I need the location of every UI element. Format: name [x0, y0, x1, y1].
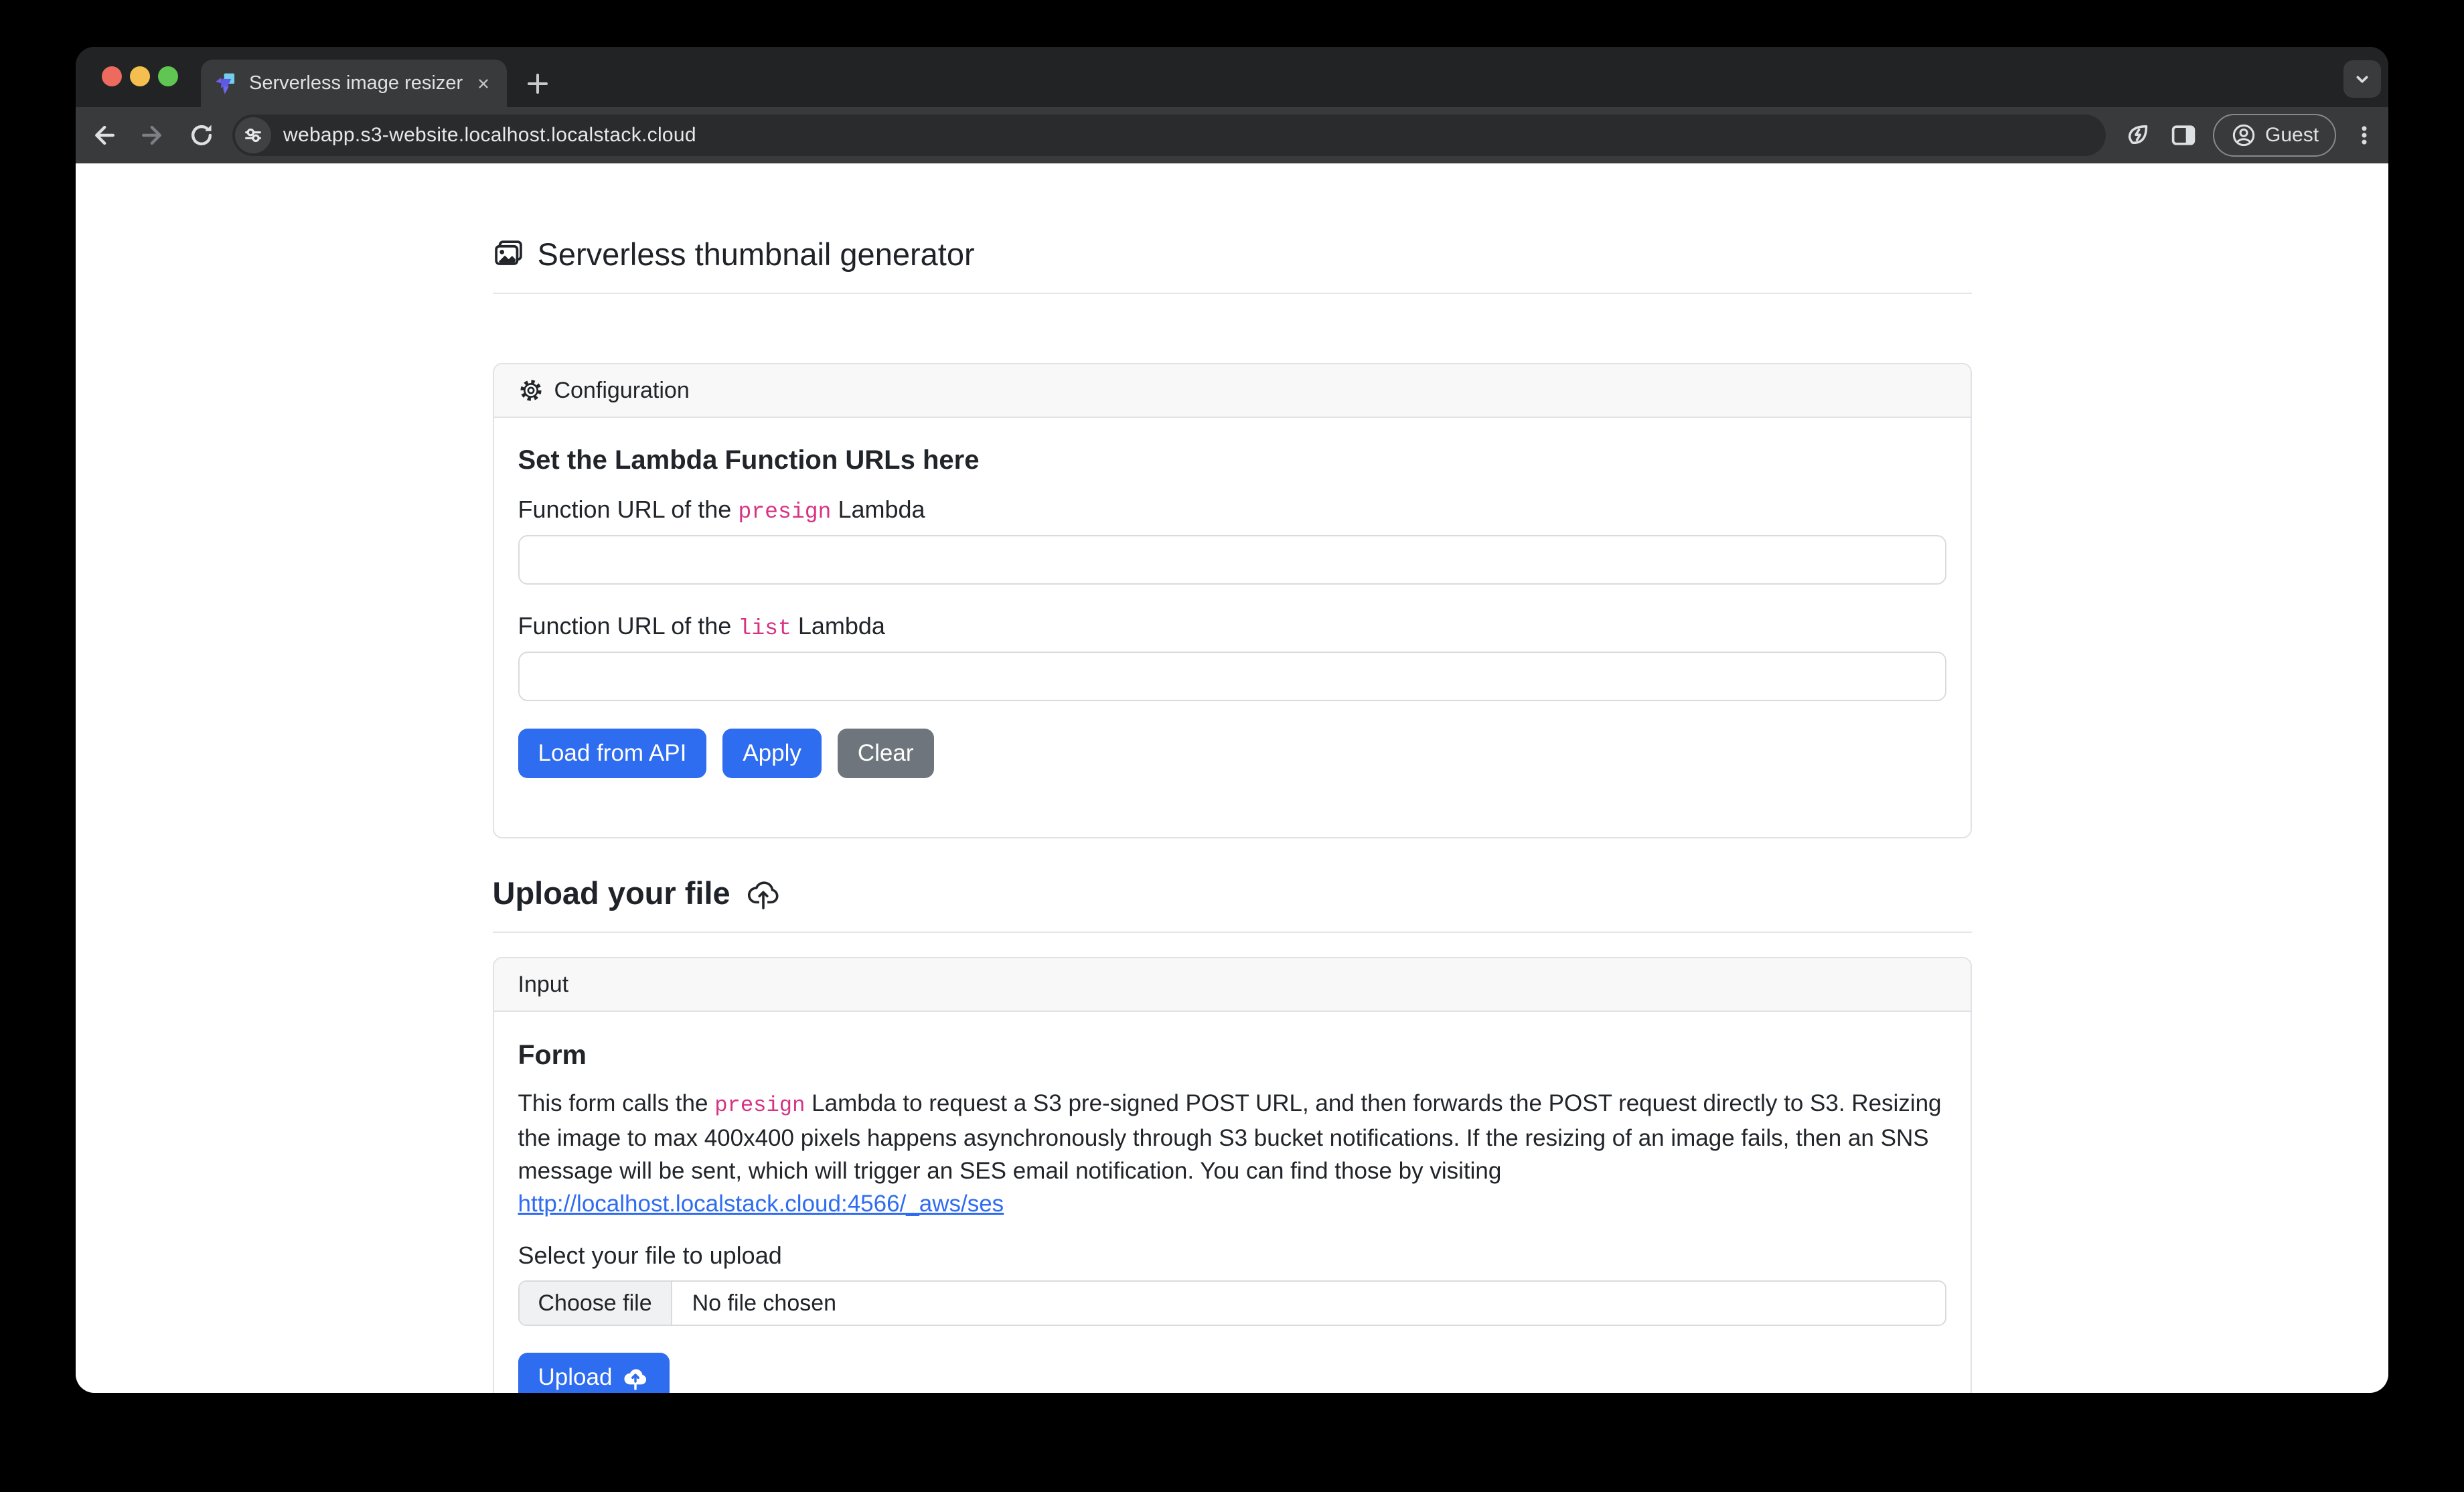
upload-button[interactable]: Upload: [518, 1353, 670, 1393]
side-panel-icon[interactable]: [2167, 119, 2200, 151]
back-button[interactable]: [88, 119, 120, 151]
images-icon: [493, 238, 524, 270]
window-close-button[interactable]: [102, 66, 122, 86]
configuration-card-title: Configuration: [554, 378, 690, 404]
form-heading: Form: [518, 1039, 1946, 1071]
tab-search-chevron-button[interactable]: [2343, 60, 2381, 98]
list-url-label: Function URL of the list Lambda: [518, 612, 1946, 641]
upload-section-heading-row: Upload your file: [493, 875, 1972, 911]
lambda-urls-heading: Set the Lambda Function URLs here: [518, 445, 1946, 475]
window-controls: [102, 66, 178, 86]
presign-url-label: Function URL of the presign Lambda: [518, 496, 1946, 524]
browser-window: Serverless image resizer: [76, 47, 2388, 1393]
reload-button[interactable]: [185, 119, 218, 151]
browser-tab[interactable]: Serverless image resizer: [201, 60, 507, 107]
new-tab-button[interactable]: [522, 68, 554, 100]
page-title-row: Serverless thumbnail generator: [493, 236, 1972, 273]
profile-label: Guest: [2265, 124, 2319, 147]
upload-section-heading: Upload your file: [493, 875, 730, 911]
list-code: list: [738, 615, 791, 641]
browser-toolbar: webapp.s3-website.localhost.localstack.c…: [76, 107, 2388, 163]
list-label-suffix: Lambda: [791, 612, 885, 640]
presign-label-suffix: Lambda: [831, 496, 925, 523]
kebab-menu-icon[interactable]: [2348, 119, 2380, 151]
cloud-upload-icon: [745, 875, 781, 911]
load-from-api-button[interactable]: Load from API: [518, 729, 707, 778]
presign-label-text: Function URL of the: [518, 496, 739, 523]
input-card-header: Input: [494, 958, 1971, 1012]
battery-saver-icon[interactable]: [2122, 119, 2154, 151]
choose-file-button[interactable]: Choose file: [520, 1282, 672, 1325]
input-card: Input Form This form calls the presign L…: [493, 957, 1972, 1393]
input-card-title: Input: [518, 972, 569, 998]
list-label-text: Function URL of the: [518, 612, 739, 640]
file-input[interactable]: Choose file No file chosen: [518, 1280, 1946, 1326]
configuration-card: Configuration Set the Lambda Function UR…: [493, 363, 1972, 838]
configuration-card-header: Configuration: [494, 364, 1971, 418]
config-buttons: Load from API Apply Clear: [518, 729, 1946, 778]
url-text: webapp.s3-website.localhost.localstack.c…: [283, 124, 696, 147]
clear-button[interactable]: Clear: [838, 729, 934, 778]
presign-url-input[interactable]: [518, 535, 1946, 585]
cloud-upload-fill-icon: [621, 1363, 649, 1392]
file-status-text: No file chosen: [672, 1282, 836, 1325]
url-bar[interactable]: webapp.s3-website.localhost.localstack.c…: [232, 115, 2106, 156]
tab-title: Serverless image resizer: [249, 72, 475, 94]
site-settings-tune-icon[interactable]: [235, 117, 271, 153]
description-presign-code: presign: [714, 1093, 805, 1118]
guest-avatar-icon: [2230, 122, 2257, 149]
divider: [493, 293, 1972, 294]
apply-button[interactable]: Apply: [722, 729, 822, 778]
gear-icon: [518, 378, 544, 403]
window-zoom-button[interactable]: [158, 66, 178, 86]
select-file-label: Select your file to upload: [518, 1242, 1946, 1270]
ses-link[interactable]: http://localhost.localstack.cloud:4566/_…: [518, 1191, 1004, 1217]
tab-close-icon[interactable]: [475, 75, 492, 92]
profile-button[interactable]: Guest: [2213, 114, 2336, 157]
divider: [493, 931, 1972, 933]
toolbar-actions: Guest: [2122, 114, 2380, 157]
description-text: This form calls the: [518, 1090, 715, 1116]
upload-button-label: Upload: [538, 1364, 613, 1391]
presign-code: presign: [738, 499, 831, 524]
window-minimize-button[interactable]: [130, 66, 150, 86]
tab-favicon-localstack-icon: [213, 71, 238, 96]
page-title: Serverless thumbnail generator: [538, 236, 975, 273]
tab-strip: Serverless image resizer: [76, 47, 2388, 107]
list-url-input[interactable]: [518, 652, 1946, 701]
web-page: Serverless thumbnail generator Configura…: [76, 163, 2388, 1393]
forward-button[interactable]: [137, 119, 169, 151]
form-description: This form calls the presign Lambda to re…: [518, 1087, 1946, 1220]
